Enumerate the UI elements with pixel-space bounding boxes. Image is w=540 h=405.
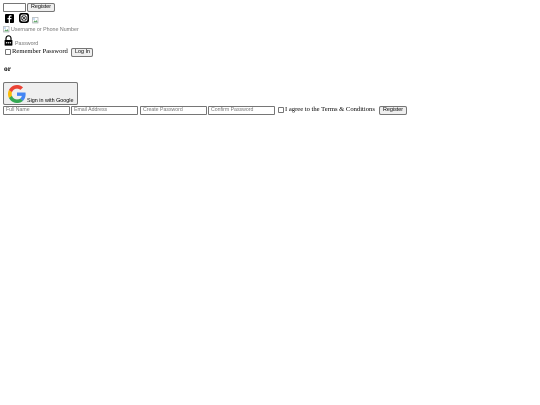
login-button[interactable]: Log In xyxy=(71,48,93,57)
google-signin-label: Sign in with Google xyxy=(27,98,74,104)
or-divider: or xyxy=(4,64,11,73)
confirm-password-input[interactable]: Confirm Password xyxy=(208,106,275,115)
terms-checkbox[interactable] xyxy=(278,107,284,113)
signup-register-button[interactable]: Register xyxy=(379,106,407,115)
remember-checkbox[interactable] xyxy=(5,49,11,55)
email-input[interactable]: Email Address xyxy=(71,106,138,115)
password-placeholder: Password xyxy=(15,41,39,47)
facebook-icon[interactable] xyxy=(5,14,14,23)
top-input[interactable] xyxy=(3,3,26,12)
terms-label: I agree to the Terms & Conditions xyxy=(285,106,375,113)
instagram-icon[interactable] xyxy=(19,13,29,23)
password-field[interactable]: Password xyxy=(3,35,53,47)
remember-label: Remember Password xyxy=(12,47,68,55)
full-name-input[interactable]: Full Name xyxy=(3,106,70,115)
create-password-input[interactable]: Create Password xyxy=(140,106,207,115)
google-icon xyxy=(8,85,26,103)
username-placeholder: Username or Phone Number xyxy=(11,27,79,33)
user-broken-image-icon xyxy=(3,26,10,33)
lock-icon xyxy=(3,35,14,46)
google-signin-button[interactable]: Sign in with Google xyxy=(3,82,78,105)
broken-image-icon xyxy=(32,17,39,24)
username-field[interactable]: Username or Phone Number xyxy=(3,26,93,34)
top-register-button[interactable]: Register xyxy=(27,3,55,12)
